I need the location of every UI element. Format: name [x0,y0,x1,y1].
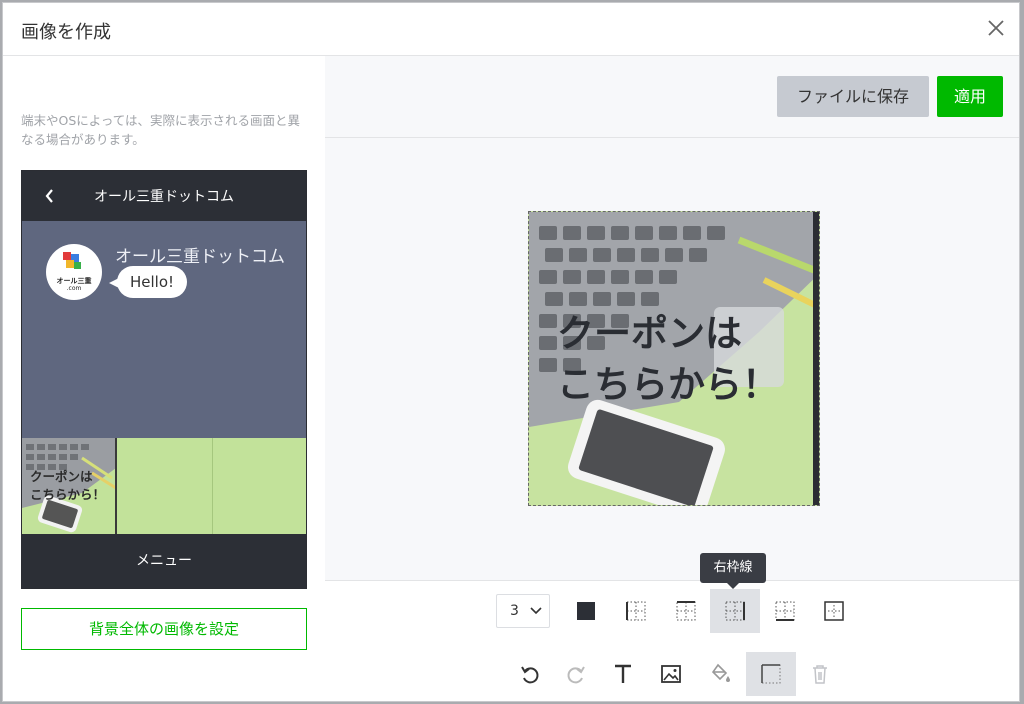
bottom-border-icon[interactable] [760,589,810,633]
avatar: オール三重 .com [46,244,102,300]
undo-icon[interactable] [505,652,555,696]
top-border-icon[interactable] [661,589,711,633]
sender-name: オール三重ドットコム [115,247,285,267]
canvas-text-line: こちらから！ [557,363,779,406]
phone-preview: オール三重ドットコム オール三重 .com オール三重ドットコム Hello! [21,170,307,589]
apply-button[interactable]: 適用 [937,76,1003,117]
rich-menu-preview: クーポンは こちらから！ [22,438,306,534]
border-width-value: 3 [510,603,519,619]
close-icon[interactable] [983,15,1009,41]
rich-text-line: クーポンは [30,469,93,484]
image-icon[interactable] [646,652,696,696]
set-background-button[interactable]: 背景全体の画像を設定 [21,608,307,650]
editor-panel: ファイルに保存 適用 クーポンは こちらから！ 右枠線 3 [325,56,1019,701]
rich-menu-text: クーポンは こちらから！ [30,468,105,504]
chat-account-name: オール三重ドットコム [94,189,234,205]
tooltip: 右枠線 [700,553,766,583]
trash-icon[interactable] [795,652,845,696]
left-border-icon[interactable] [611,589,661,633]
menu-bar[interactable]: メニュー [22,534,306,588]
rich-text-line: こちらから！ [30,487,106,502]
border-width-select[interactable]: 3 [496,594,550,628]
canvas-text[interactable]: クーポンは こちらから！ [557,308,779,410]
chat-header: オール三重ドットコム [22,171,306,221]
redo-icon[interactable] [551,652,601,696]
dialog-title: 画像を作成 [21,22,111,43]
preview-note: 端末やOSによっては、実際に表示される画面と異なる場合があります。 [21,113,301,147]
editor-topbar: ファイルに保存 適用 [325,56,1019,138]
image-canvas[interactable]: クーポンは こちらから！ [528,211,820,506]
right-border-icon[interactable] [710,589,760,633]
rich-menu-divider [115,438,117,534]
save-to-file-button[interactable]: ファイルに保存 [777,76,929,117]
create-image-dialog: 画像を作成 端末やOSによっては、実際に表示される画面と異なる場合があります。 … [2,2,1020,702]
inner-border-icon[interactable] [809,589,859,633]
border-color-icon[interactable] [561,589,611,633]
message-bubble: Hello! [117,266,188,298]
text-icon[interactable] [598,652,648,696]
rich-menu-divider [212,438,213,534]
canvas-text-line: クーポンは [557,312,742,355]
border-icon[interactable] [746,652,796,696]
dialog-header: 画像を作成 [3,3,1019,56]
avatar-subtext: .com [66,285,82,292]
chevron-down-icon [530,607,542,615]
fill-icon[interactable] [696,652,746,696]
preview-panel: 端末やOSによっては、実際に表示される画面と異なる場合があります。 オール三重ド… [3,56,325,701]
canvas-right-border [813,212,819,505]
